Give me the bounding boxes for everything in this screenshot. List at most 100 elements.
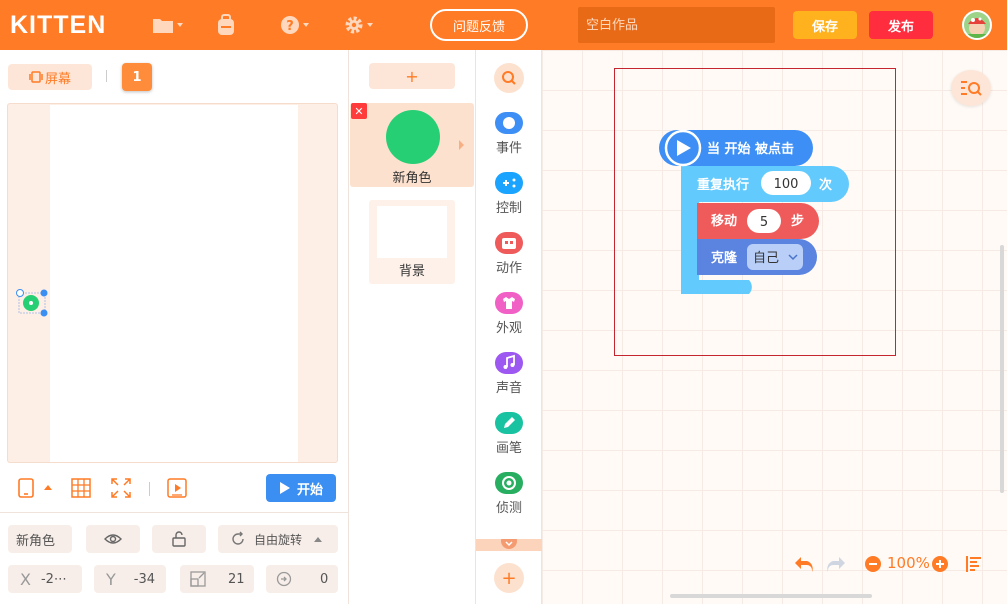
sensing-icon [495,472,523,494]
sprite-name-field[interactable]: 新角色 [8,525,72,553]
file-menu-button[interactable] [152,12,183,38]
category-label: 画笔 [495,441,522,456]
category-label: 动作 [495,261,522,276]
visibility-toggle[interactable] [86,525,140,553]
horizontal-scrollbar[interactable] [670,594,872,598]
background-card[interactable]: 背景 [369,200,455,284]
grid-icon[interactable] [71,478,91,498]
undo-icon[interactable] [793,555,815,573]
stage-canvas[interactable] [50,105,298,462]
hat-block-text: 当 开始 被点击 [707,141,794,157]
chevron-right-icon[interactable] [459,140,464,150]
category-label: 声音 [495,381,522,396]
search-list-icon [961,81,982,96]
zoom-out-icon[interactable] [864,555,882,573]
category-sensing[interactable]: 侦测 [476,472,542,528]
category-looks[interactable]: 外观 [476,292,542,348]
save-button[interactable]: 保存 [793,11,857,39]
events-icon [495,112,523,134]
caret-up-icon[interactable] [42,482,54,492]
screen-tab-label: 屏幕 [44,71,71,87]
sprite-thumbnail [386,110,440,164]
settings-menu-button[interactable] [344,12,373,38]
avatar[interactable] [962,10,992,40]
background-card-name: 背景 [398,264,425,279]
category-label: 事件 [495,141,522,156]
motion-icon [495,232,523,254]
block-category-panel: 事件 控制 动作 外观 声音 画笔 侦测 + [476,50,542,604]
category-events[interactable]: 事件 [476,112,542,168]
search-blocks-button[interactable] [494,63,524,93]
x-value: -2⋯ [40,571,67,587]
size-field[interactable]: 21 [180,565,254,593]
clone-block[interactable]: 克隆 自己 [697,239,817,275]
repeat-label: 重复执行 [697,177,749,193]
zoom-level: 100% [887,554,930,572]
category-motion[interactable]: 动作 [476,232,542,288]
divider [0,512,348,513]
backpack-icon [218,14,234,35]
vertical-scrollbar[interactable] [1000,245,1004,493]
project-title-input[interactable] [578,7,775,43]
stage-sprite[interactable] [16,289,48,317]
rotate-icon [232,531,244,545]
backpack-button[interactable] [216,12,236,38]
control-icon [495,172,523,194]
y-position-field[interactable]: Y -34 [94,565,166,593]
category-scroll-down[interactable] [476,533,542,551]
music-note-icon [495,352,523,374]
size-icon [190,571,206,587]
hat-block-when-start[interactable]: 当 开始 被点击 [659,129,813,167]
code-script[interactable]: 当 开始 被点击 重复执行 100 次 移动 5 步 克隆 自己 [659,124,859,296]
lock-toggle[interactable] [152,525,206,553]
chevron-down-icon [501,533,517,549]
code-workspace[interactable]: 当 开始 被点击 重复执行 100 次 移动 5 步 克隆 自己 100% [542,50,1007,604]
y-value: -34 [133,571,156,587]
divider [106,70,107,82]
search-icon [502,71,516,85]
folder-icon [153,19,173,33]
feedback-button[interactable]: 问题反馈 [430,9,528,41]
app-logo[interactable]: KITTEN [10,11,106,40]
start-button-label: 开始 [296,482,323,498]
play-icon [279,482,290,494]
device-icon[interactable] [16,478,36,498]
zoom-in-icon[interactable] [931,555,949,573]
category-pen[interactable]: 画笔 [476,412,542,468]
looks-icon [495,292,523,314]
sprite-panel: + ✕ 新角色 背景 [348,50,476,604]
screen-tab[interactable]: 屏幕 [8,64,92,90]
scene-number-button[interactable]: 1 [122,63,152,91]
size-value: 21 [228,571,245,587]
sprite-card[interactable]: ✕ 新角色 [350,103,474,187]
direction-field[interactable]: 0 [266,565,338,593]
direction-icon [276,571,292,587]
x-position-field[interactable]: X -2⋯ [8,565,82,593]
sprite-name-value: 新角色 [16,533,56,549]
start-button[interactable]: 开始 [266,474,336,502]
add-sprite-button[interactable]: + [369,63,455,89]
delete-sprite-button[interactable]: ✕ [351,103,367,119]
repeat-count-value: 100 [774,177,799,192]
pen-icon [495,412,523,434]
stage-area [7,103,338,463]
move-steps-value: 5 [760,215,768,230]
sprite-card-name: 新角色 [392,171,432,186]
x-label: X [20,569,31,589]
help-menu-button[interactable]: ? [280,12,309,38]
align-blocks-icon[interactable] [965,555,983,573]
publish-button[interactable]: 发布 [869,11,933,39]
move-block[interactable]: 移动 5 步 [697,203,819,239]
rotation-mode-select[interactable]: 自由旋转 [218,525,338,553]
preview-icon[interactable] [167,478,187,498]
category-sound[interactable]: 声音 [476,352,542,408]
clone-label: 克隆 [711,250,738,266]
fullscreen-icon[interactable] [111,478,131,498]
category-label: 外观 [495,321,522,336]
workspace-search-button[interactable] [951,70,991,106]
add-extension-button[interactable]: + [494,563,524,593]
redo-icon[interactable] [825,555,847,573]
category-control[interactable]: 控制 [476,172,542,228]
direction-value: 0 [320,571,329,587]
gear-icon [345,16,363,34]
